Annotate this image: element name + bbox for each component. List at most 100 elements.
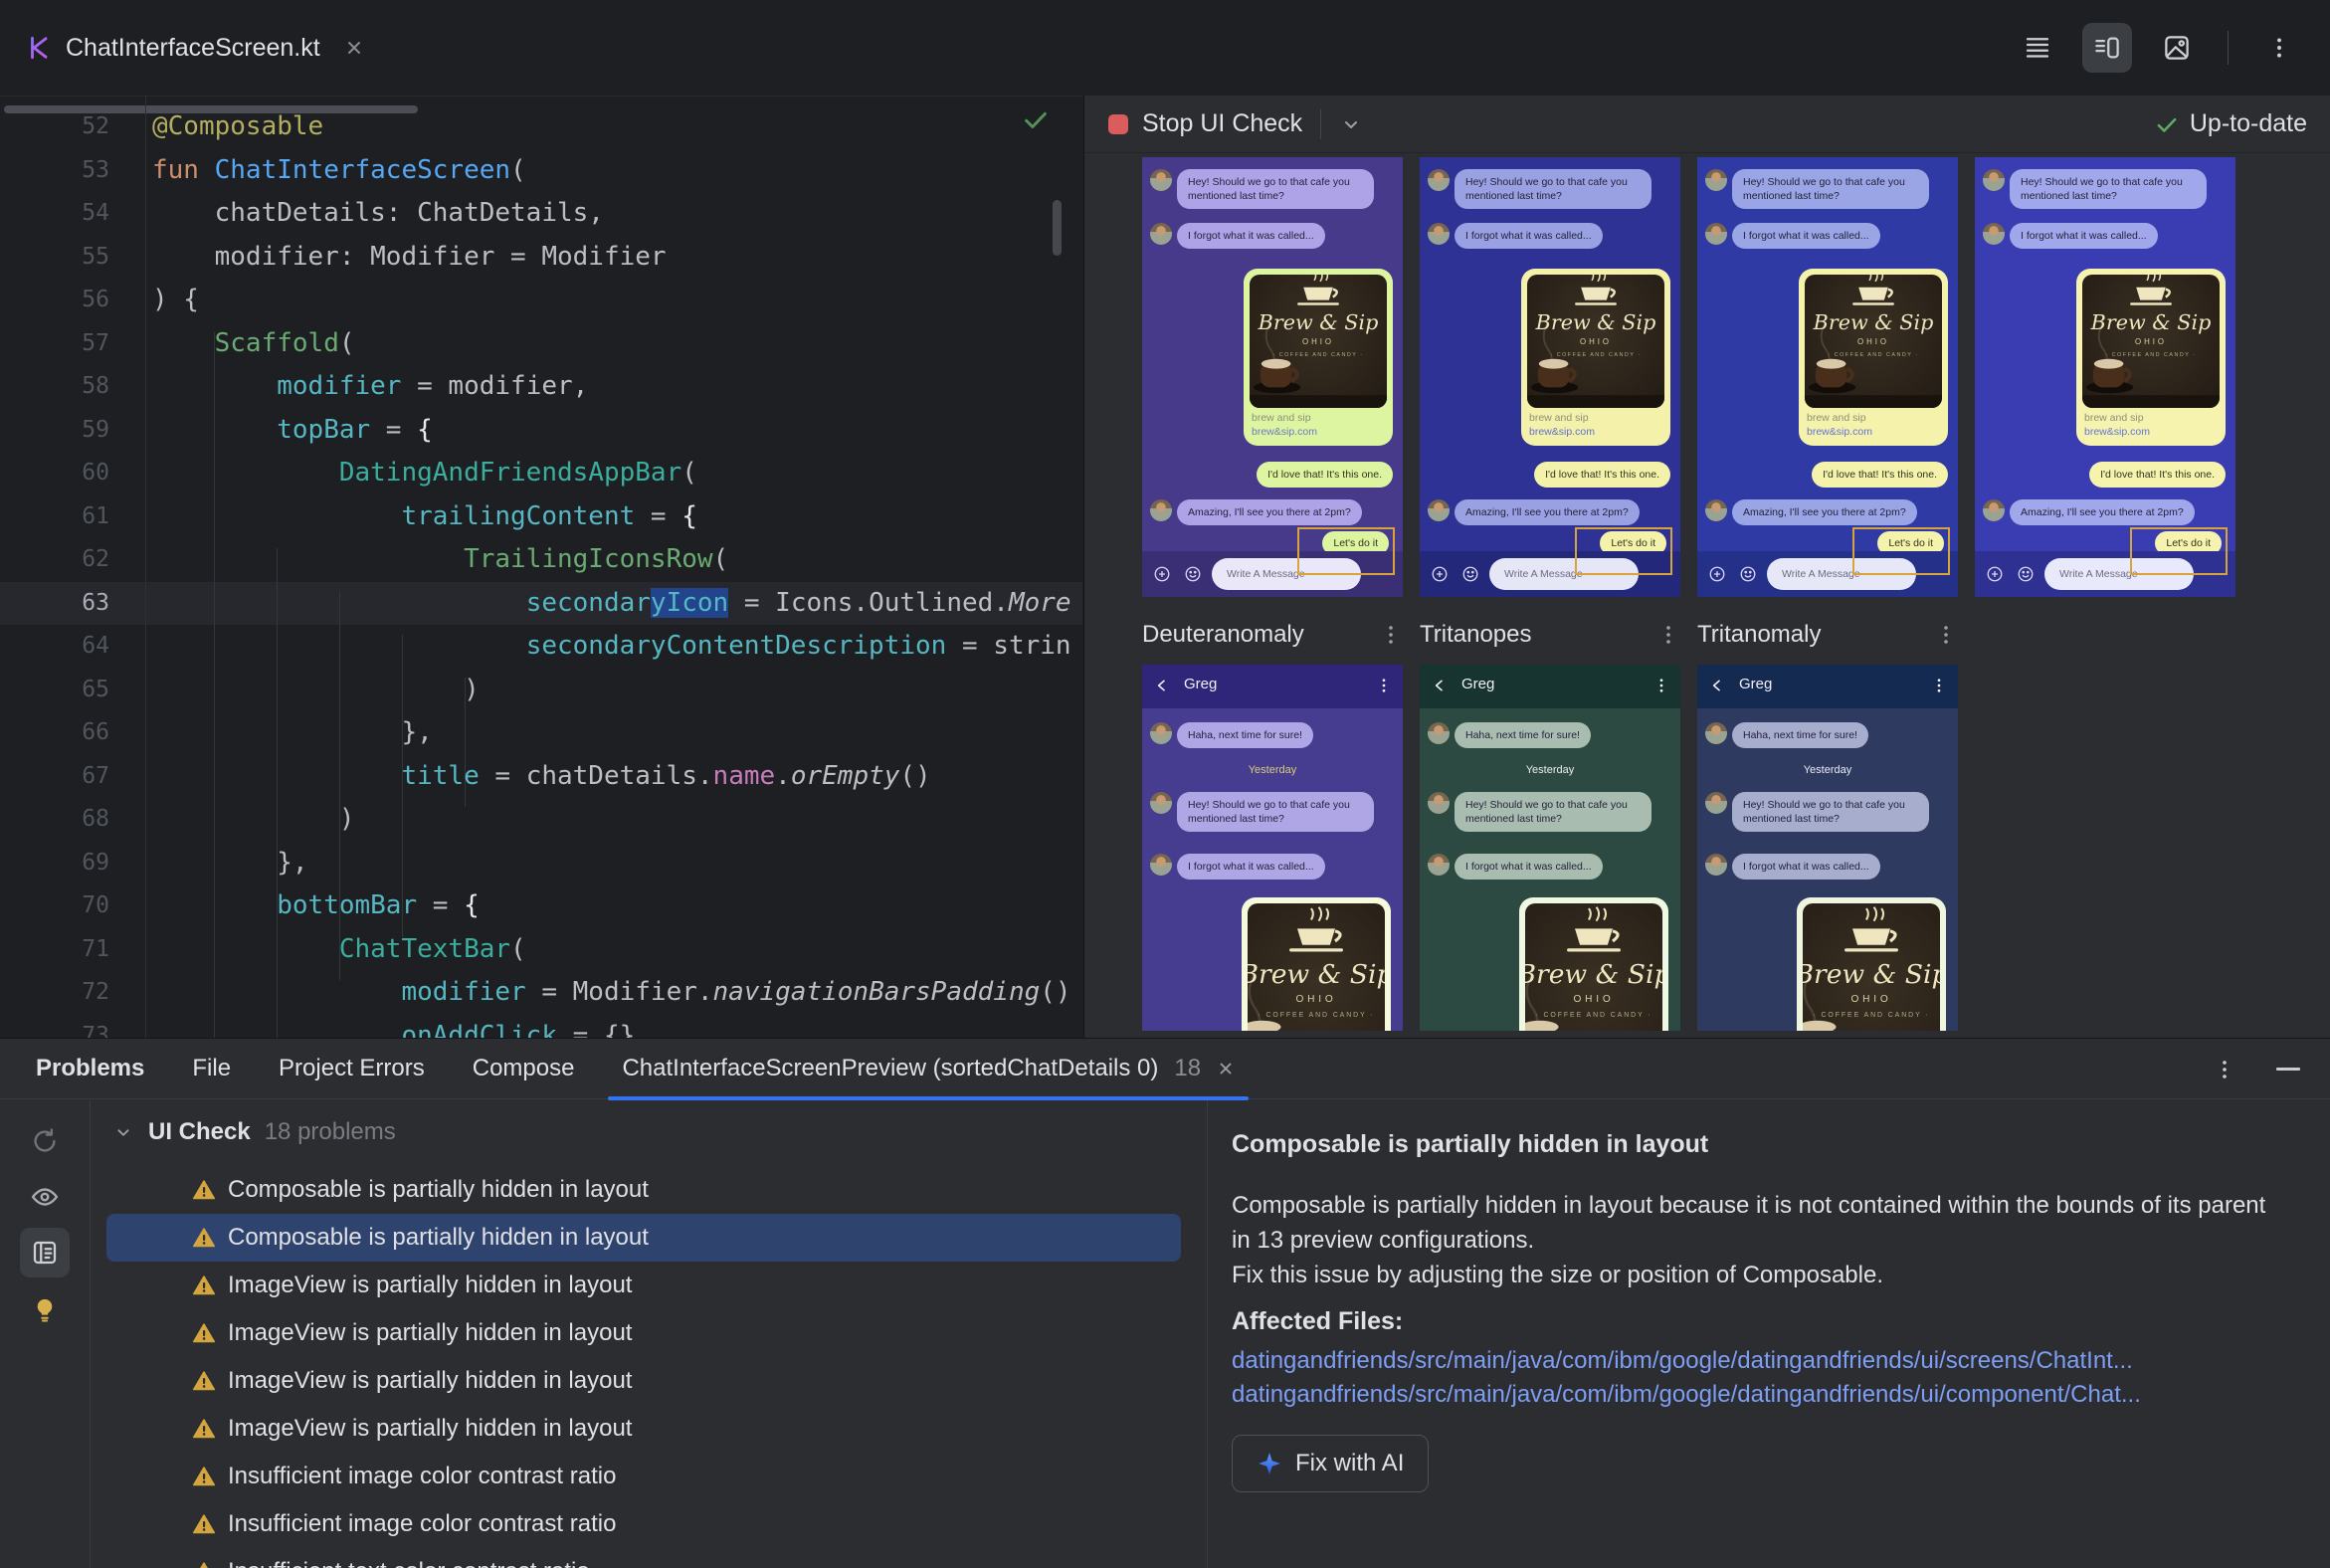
more-options-icon[interactable]: [2254, 23, 2304, 73]
tab-project-errors[interactable]: Project Errors: [279, 1055, 425, 1082]
brew-and-sip-image: [2082, 275, 2220, 408]
warning-icon: [192, 1228, 216, 1248]
problem-item-selected[interactable]: Composable is partially hidden in layout: [106, 1214, 1181, 1262]
warning-icon: [192, 1467, 216, 1486]
avatar: [1150, 499, 1172, 521]
avatar: [1983, 223, 2005, 245]
problem-item[interactable]: Insufficient text color contrast ratio: [106, 1548, 1181, 1568]
code-view-icon[interactable]: [2013, 23, 2062, 73]
chevron-down-icon[interactable]: [1339, 112, 1363, 136]
split-view-icon[interactable]: [2082, 23, 2132, 73]
problem-detail-panel: Composable is partially hidden in layout…: [1208, 1100, 2330, 1568]
contact-name: Greg: [1461, 676, 1495, 692]
affected-file-link[interactable]: datingandfriends/src/main/java/com/ibm/g…: [1232, 1381, 2141, 1409]
brew-and-sip-image: [1527, 275, 1664, 408]
editor-vertical-scrollbar[interactable]: [1053, 200, 1062, 256]
avatar: [1150, 223, 1172, 245]
avatar: [1428, 169, 1450, 191]
tab-compose[interactable]: Compose: [473, 1055, 575, 1082]
preview-phone[interactable]: Greg Haha, next time for sure! Yesterday…: [1142, 665, 1403, 1031]
check-icon: [2154, 111, 2180, 137]
tab-title: ChatInterfaceScreen.kt: [66, 33, 320, 62]
ui-check-highlight: [1575, 527, 1672, 575]
preview-menu-icon[interactable]: [1379, 623, 1403, 647]
problem-item[interactable]: ImageView is partially hidden in layout: [106, 1262, 1181, 1309]
avatar: [1428, 792, 1450, 814]
preview-phone[interactable]: Greg Haha, next time for sure! Yesterday…: [1420, 665, 1680, 1031]
link-preview-card: [1797, 897, 1946, 1031]
refresh-icon[interactable]: [20, 1116, 70, 1166]
preview-label-deuteranomaly: Deuteranomaly: [1142, 609, 1403, 661]
avatar: [1150, 792, 1172, 814]
chat-bubble: I'd love that! It's this one.: [1534, 462, 1670, 488]
chat-bubble: I forgot what it was called...: [1455, 223, 1603, 249]
stop-icon[interactable]: [1108, 113, 1128, 134]
contact-name: Greg: [1739, 676, 1773, 692]
preview-phone[interactable]: Greg Haha, next time for sure! Yesterday…: [1697, 665, 1958, 1031]
chat-bubble: Haha, next time for sure!: [1732, 722, 1868, 748]
chat-bubble: I forgot what it was called...: [1732, 854, 1880, 880]
panel-options-icon[interactable]: [2213, 1058, 2236, 1081]
chat-menu-icon: [1382, 679, 1386, 692]
problem-item[interactable]: Insufficient image color contrast ratio: [106, 1453, 1181, 1500]
warning-icon: [192, 1514, 216, 1534]
problem-detail-description: Composable is partially hidden in layout…: [1232, 1192, 2266, 1288]
avatar: [1150, 854, 1172, 876]
chevron-down-icon: [117, 1129, 129, 1136]
stop-ui-check-button[interactable]: Stop UI Check: [1142, 109, 1302, 138]
lightbulb-icon[interactable]: [20, 1285, 70, 1335]
chat-bubble: Hey! Should we go to that cafe you menti…: [1177, 792, 1374, 832]
emoji-icon: [1185, 566, 1201, 582]
fix-with-ai-button[interactable]: Fix with AI: [1232, 1435, 1430, 1492]
tab-close-icon[interactable]: [344, 38, 364, 58]
chat-bubble: I forgot what it was called...: [1177, 223, 1325, 249]
ide-window: ChatInterfaceScreen.kt 52 53 54 55 56 57…: [0, 0, 2330, 1568]
chat-bubble: I'd love that! It's this one.: [1812, 462, 1948, 488]
preview-phone[interactable]: Hey! Should we go to that cafe you menti…: [1142, 157, 1403, 597]
line-number-gutter: 52 53 54 55 56 57 58 59 60 61 62 63 64 65 66 67 …: [82, 113, 109, 1038]
tab-file[interactable]: File: [192, 1055, 231, 1082]
preview-eye-icon[interactable]: [20, 1172, 70, 1222]
ui-check-highlight: [1297, 527, 1395, 575]
avatar: [1428, 854, 1450, 876]
problem-item[interactable]: Insufficient image color contrast ratio: [106, 1500, 1181, 1548]
preview-phone[interactable]: Hey! Should we go to that cafe you menti…: [1975, 157, 2235, 597]
problems-side-toolbar: [0, 1100, 91, 1568]
inspections-ok-icon[interactable]: [1021, 104, 1051, 134]
problem-item[interactable]: ImageView is partially hidden in layout: [106, 1357, 1181, 1405]
avatar: [1428, 223, 1450, 245]
chat-bubble: Hey! Should we go to that cafe you menti…: [1177, 169, 1374, 209]
link-preview-card: brew and sip brew&sip.com: [2076, 269, 2226, 446]
code-editor[interactable]: 52 53 54 55 56 57 58 59 60 61 62 63 64 65 66 67 …: [0, 97, 1082, 1038]
chat-bubble: I'd love that! It's this one.: [1257, 462, 1393, 488]
back-icon: [1712, 680, 1720, 691]
chat-app-bar: Greg: [1697, 665, 1958, 708]
preview-menu-icon[interactable]: [1656, 623, 1680, 647]
toolbar-separator: [1320, 108, 1322, 139]
preview-label-tritanomaly: Tritanomaly: [1697, 609, 1958, 661]
problems-tool-window: Problems File Project Errors Compose Cha…: [0, 1038, 2330, 1568]
chat-menu-icon: [1937, 679, 1941, 692]
preview-menu-icon[interactable]: [1934, 623, 1958, 647]
link-preview-card: [1242, 897, 1391, 1031]
details-panel-icon[interactable]: [20, 1228, 70, 1277]
minimize-icon[interactable]: [2276, 1068, 2300, 1071]
chat-bubble: Haha, next time for sure!: [1177, 722, 1313, 748]
affected-file-link[interactable]: datingandfriends/src/main/java/com/ibm/g…: [1232, 1347, 2133, 1375]
problem-item[interactable]: ImageView is partially hidden in layout: [106, 1309, 1181, 1357]
problem-item[interactable]: ImageView is partially hidden in layout: [106, 1405, 1181, 1453]
preview-label-tritanopes: Tritanopes: [1420, 609, 1680, 661]
preview-phone[interactable]: Hey! Should we go to that cafe you menti…: [1697, 157, 1958, 597]
gutter-divider: [145, 97, 146, 1038]
ui-check-group[interactable]: UI Check 18 problems: [112, 1118, 396, 1146]
preview-phone[interactable]: Hey! Should we go to that cafe you menti…: [1420, 157, 1680, 597]
problem-item[interactable]: Composable is partially hidden in layout: [106, 1166, 1181, 1214]
tab-ui-check-active[interactable]: ChatInterfaceScreenPreview (sortedChatDe…: [608, 1039, 1249, 1100]
emoji-icon: [1740, 566, 1756, 582]
preview-view-icon[interactable]: [2152, 23, 2202, 73]
tab-close-icon[interactable]: [1217, 1060, 1235, 1078]
ai-sparkle-icon: [1259, 1453, 1280, 1474]
avatar: [1983, 169, 2005, 191]
tab-chatinterfacescreen[interactable]: ChatInterfaceScreen.kt: [26, 0, 364, 96]
link-preview-card: brew and sip brew&sip.com: [1799, 269, 1948, 446]
